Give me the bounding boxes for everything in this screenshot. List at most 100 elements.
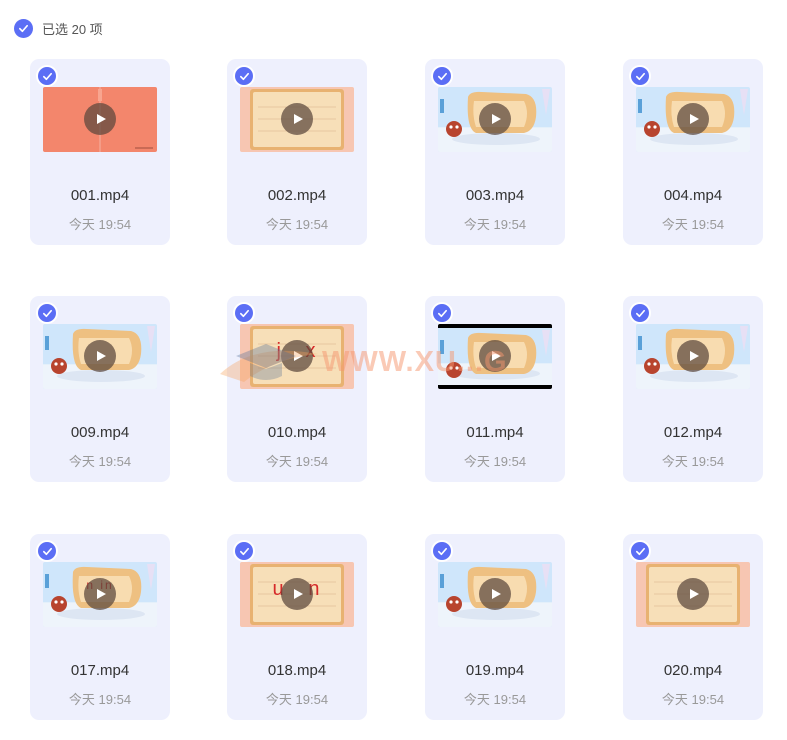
file-name: 003.mp4 [465, 187, 525, 204]
play-button[interactable] [84, 578, 116, 610]
file-name: 010.mp4 [267, 424, 327, 441]
file-card[interactable]: 002.mp4 今天 19:54 [227, 59, 367, 245]
file-grid: 001.mp4 今天 19:54 002.mp4 今天 19:54 003.mp4 今天 … [30, 59, 770, 740]
play-button[interactable] [479, 578, 511, 610]
check-icon [239, 547, 249, 555]
file-time: 今天 19:54 [463, 454, 527, 469]
file-time: 今天 19:54 [265, 454, 329, 469]
play-button[interactable] [84, 103, 116, 135]
file-checkbox[interactable] [36, 302, 58, 324]
check-icon [635, 547, 645, 555]
video-thumbnail[interactable] [43, 87, 157, 152]
video-thumbnail[interactable] [636, 562, 750, 627]
file-card[interactable]: 019.mp4 今天 19:54 [425, 534, 565, 720]
file-checkbox[interactable] [431, 302, 453, 324]
file-checkbox[interactable] [629, 65, 651, 87]
play-icon [492, 589, 501, 599]
file-checkbox[interactable] [233, 540, 255, 562]
file-checkbox[interactable] [233, 302, 255, 324]
play-button[interactable] [281, 103, 313, 135]
play-button[interactable] [479, 103, 511, 135]
file-time: 今天 19:54 [265, 217, 329, 232]
file-time: 今天 19:54 [661, 454, 725, 469]
check-icon [437, 72, 447, 80]
file-name: 004.mp4 [663, 187, 723, 204]
file-card[interactable]: 009.mp4 今天 19:54 [30, 296, 170, 482]
file-name: 002.mp4 [267, 187, 327, 204]
file-name: 018.mp4 [267, 662, 327, 679]
play-button[interactable] [479, 340, 511, 372]
check-icon [42, 309, 52, 317]
play-icon [294, 114, 303, 124]
play-button[interactable] [281, 578, 313, 610]
file-checkbox[interactable] [36, 540, 58, 562]
play-icon [690, 351, 699, 361]
play-button[interactable] [677, 578, 709, 610]
check-icon [239, 72, 249, 80]
play-icon [492, 351, 501, 361]
check-icon [42, 72, 52, 80]
video-thumbnail[interactable] [438, 324, 552, 389]
file-time: 今天 19:54 [68, 454, 132, 469]
file-name: 009.mp4 [70, 424, 130, 441]
video-thumbnail[interactable]: j x [240, 324, 354, 389]
file-card[interactable]: 004.mp4 今天 19:54 [623, 59, 763, 245]
video-thumbnail[interactable] [438, 562, 552, 627]
check-icon [635, 309, 645, 317]
play-icon [690, 114, 699, 124]
video-thumbnail[interactable] [240, 87, 354, 152]
check-icon [239, 309, 249, 317]
file-name: 012.mp4 [663, 424, 723, 441]
play-icon [690, 589, 699, 599]
file-time: 今天 19:54 [661, 217, 725, 232]
play-icon [294, 589, 303, 599]
file-time: 今天 19:54 [463, 692, 527, 707]
file-checkbox[interactable] [431, 65, 453, 87]
video-thumbnail[interactable] [43, 324, 157, 389]
file-checkbox[interactable] [233, 65, 255, 87]
file-card[interactable]: u n 018.mp4 今天 19:54 [227, 534, 367, 720]
video-thumbnail[interactable]: n in [43, 562, 157, 627]
play-button[interactable] [281, 340, 313, 372]
file-time: 今天 19:54 [68, 217, 132, 232]
play-icon [97, 114, 106, 124]
file-card[interactable]: n in 017.mp4 今天 19:54 [30, 534, 170, 720]
check-icon [437, 547, 447, 555]
check-icon [635, 72, 645, 80]
video-thumbnail[interactable] [636, 324, 750, 389]
file-card[interactable]: j x 010.mp4 今天 19:54 [227, 296, 367, 482]
file-name: 001.mp4 [70, 187, 130, 204]
select-all-checkbox[interactable] [14, 18, 33, 38]
video-thumbnail[interactable] [438, 87, 552, 152]
play-button[interactable] [677, 340, 709, 372]
file-checkbox[interactable] [629, 540, 651, 562]
check-icon [19, 24, 28, 32]
file-time: 今天 19:54 [463, 217, 527, 232]
play-button[interactable] [84, 340, 116, 372]
selected-count: 已选 20 项 [42, 21, 103, 37]
file-name: 020.mp4 [663, 662, 723, 679]
file-time: 今天 19:54 [661, 692, 725, 707]
file-card[interactable]: 012.mp4 今天 19:54 [623, 296, 763, 482]
selection-header: 已选 20 项 [14, 18, 103, 38]
play-button[interactable] [677, 103, 709, 135]
file-name: 019.mp4 [465, 662, 525, 679]
file-name: 017.mp4 [70, 662, 130, 679]
check-icon [42, 547, 52, 555]
file-card[interactable]: 020.mp4 今天 19:54 [623, 534, 763, 720]
file-card[interactable]: 001.mp4 今天 19:54 [30, 59, 170, 245]
file-checkbox[interactable] [36, 65, 58, 87]
play-icon [97, 589, 106, 599]
check-icon [437, 309, 447, 317]
file-time: 今天 19:54 [265, 692, 329, 707]
video-thumbnail[interactable]: u n [240, 562, 354, 627]
play-icon [492, 114, 501, 124]
file-checkbox[interactable] [431, 540, 453, 562]
play-icon [97, 351, 106, 361]
file-name: 011.mp4 [466, 424, 524, 441]
file-card[interactable]: 003.mp4 今天 19:54 [425, 59, 565, 245]
play-icon [294, 351, 303, 361]
file-card[interactable]: 011.mp4 今天 19:54 [425, 296, 565, 482]
video-thumbnail[interactable] [636, 87, 750, 152]
file-checkbox[interactable] [629, 302, 651, 324]
